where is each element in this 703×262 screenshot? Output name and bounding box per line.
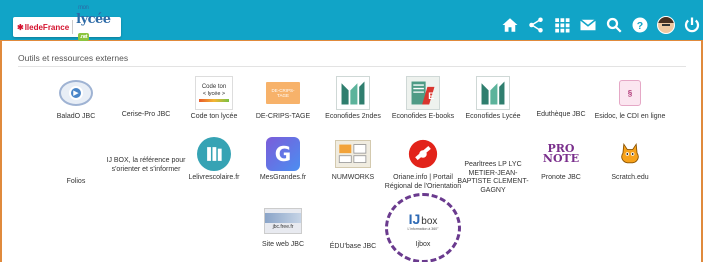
help-icon[interactable]: ? [631, 16, 649, 34]
site-web-jbc-thumbnail: jbc.free.fr [264, 208, 302, 234]
svg-text:?: ? [637, 20, 643, 32]
tile-folios[interactable]: Folios [36, 178, 116, 187]
tile-label: NUMWORKS [331, 174, 375, 181]
code-ton-lycee-logo: Code ton < lycée > [195, 76, 233, 110]
top-nav: ? [501, 14, 701, 36]
mesgranules-logo: G [266, 137, 300, 171]
tile-lelivrescolaire[interactable]: Lelivrescolaire.fr [174, 137, 254, 183]
tile-label: Eduthèque JBC [536, 111, 586, 118]
econofides-ebooks-logo: E [406, 76, 440, 110]
econofides-logo [476, 76, 510, 110]
mail-icon[interactable] [579, 16, 597, 34]
tile-label: Site web JBC [261, 241, 305, 248]
tile-scratch[interactable]: Scratch.edu [590, 137, 670, 183]
tile-label: Folios [66, 178, 86, 185]
home-icon[interactable] [501, 16, 519, 34]
avatar[interactable] [657, 16, 675, 34]
tile-label: Econofides 2ndes [325, 113, 381, 120]
scratch-cat-icon [613, 137, 647, 171]
ijbox-logo: IJ box L'information à 360° [407, 211, 439, 231]
tile-mesgranules[interactable]: G MesGrandes.fr [243, 137, 323, 183]
tile-label: Oriane.info | Portail Régional de l'Orie… [384, 174, 462, 190]
tile-decrips[interactable]: DE-CRIPS-TAGE DE-CRIPS-TAGE [243, 76, 323, 122]
tile-pronote[interactable]: PRO NOTE Pronote JBC [521, 137, 601, 183]
section-divider [18, 66, 686, 67]
tile-label: ÉDU'base JBC [329, 243, 377, 250]
top-bar: ✱IledeFrance mon lycée.net ? [0, 0, 703, 41]
tile-site-web-jbc[interactable]: jbc.free.fr Site web JBC [243, 204, 323, 250]
tile-label: Ijbox [415, 241, 431, 248]
tile-code-ton-lycee[interactable]: Code ton < lycée > Code ton lycée [174, 76, 254, 122]
tile-label: Lelivrescolaire.fr [188, 174, 240, 181]
section-title: Outils et ressources externes [18, 53, 129, 63]
decrips-logo: DE-CRIPS-TAGE [266, 82, 300, 104]
tile-ijbox[interactable]: IJ box L'information à 360° Ijbox [383, 204, 463, 250]
oriane-logo [406, 137, 440, 171]
mon-lycee-logo: mon lycée.net [76, 5, 111, 41]
tile-label: DE-CRIPS-TAGE [255, 113, 311, 120]
esidoc-logo: § [619, 80, 641, 106]
tile-label: Pronote JBC [541, 174, 581, 181]
tile-label: Code ton lycée [190, 113, 238, 120]
share-icon[interactable] [527, 16, 545, 34]
brand-divider [72, 20, 74, 34]
tile-econofides-2ndes[interactable]: Econofides 2ndes [313, 76, 393, 122]
region-logo: ✱IledeFrance [17, 22, 70, 32]
pronote-logo: PRO NOTE [542, 142, 580, 165]
tile-label: Esidoc, le CDI en ligne [594, 113, 666, 120]
power-icon[interactable] [683, 16, 701, 34]
tile-edubase[interactable]: ÉDU'base JBC [313, 243, 393, 252]
tile-label: MesGrandes.fr [259, 174, 307, 181]
tile-label: Econofides E-books [391, 113, 455, 120]
svg-text:E: E [428, 91, 434, 101]
tile-label: Scratch.edu [611, 174, 649, 181]
brand-logo[interactable]: ✱IledeFrance mon lycée.net [13, 5, 121, 41]
numworks-logo [335, 140, 371, 168]
tile-numworks[interactable]: NUMWORKS [313, 137, 393, 183]
lelivrescolaire-logo [197, 137, 231, 171]
tile-balado[interactable]: ▶ BaladO JBC [36, 76, 116, 122]
search-icon[interactable] [605, 16, 623, 34]
tile-oriane[interactable]: Oriane.info | Portail Régional de l'Orie… [383, 137, 463, 191]
tile-econofides-ebooks[interactable]: E Econofides E-books [383, 76, 463, 122]
tile-label: BaladO JBC [56, 113, 96, 120]
apps-grid-icon[interactable] [553, 16, 571, 34]
podcast-icon: ▶ [59, 76, 93, 110]
tile-esidoc[interactable]: § Esidoc, le CDI en ligne [590, 76, 670, 122]
tile-edutheque[interactable]: Eduthèque JBC [521, 111, 601, 120]
econofides-logo [336, 76, 370, 110]
